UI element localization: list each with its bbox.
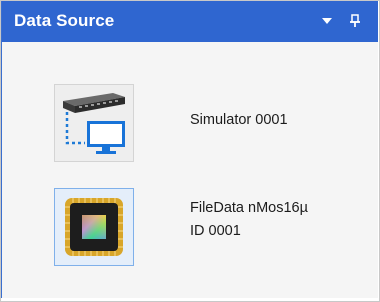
data-source-panel: Data Source Simulator 0001 FileData nMos… [0,0,378,298]
panel-title: Data Source [14,11,115,30]
simulator-thumbnail[interactable] [54,84,134,162]
source-item-filedata[interactable]: FileData nMos16µ ID 0001 [2,188,378,272]
panel-pin-button[interactable] [344,10,366,32]
source-label: FileData nMos16µ [190,200,308,216]
source-label: Simulator 0001 [190,112,288,128]
panel-menu-button[interactable] [316,10,338,32]
chevron-down-icon [322,18,332,24]
source-list: Simulator 0001 FileData nMos16µ ID 0001 [2,42,378,298]
filedata-thumbnail[interactable] [54,188,134,266]
simulator-icon [63,93,125,154]
source-id-label: ID 0001 [190,223,241,239]
pin-icon [350,14,360,27]
source-item-simulator[interactable]: Simulator 0001 [2,84,378,168]
panel-title-bar[interactable]: Data Source [2,0,378,42]
chip-icon [65,198,123,256]
